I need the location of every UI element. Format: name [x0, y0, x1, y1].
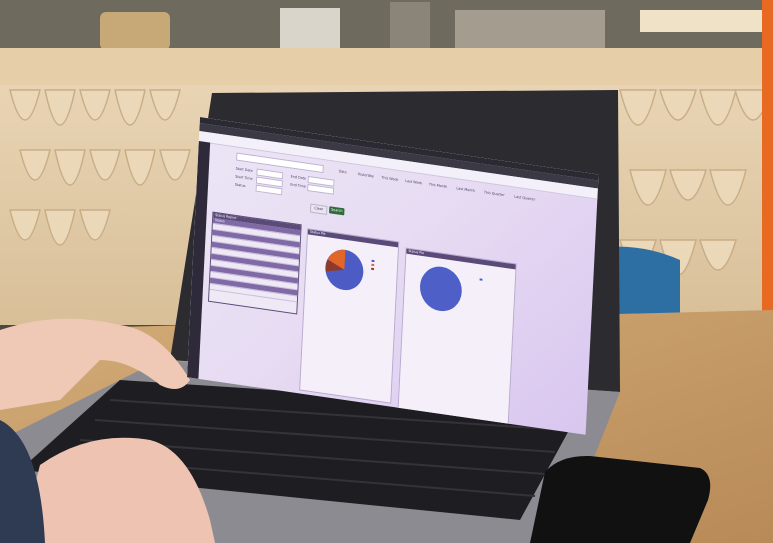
- grid-header-status: Status: [214, 217, 225, 224]
- pie-panel-right: Status Pie: [397, 247, 517, 426]
- photo-scene: Date Yesterday This Week Last Week This …: [0, 0, 773, 543]
- pie-right-slice-0: [419, 266, 462, 312]
- basket: [100, 12, 170, 50]
- legend-swatch: [371, 263, 375, 267]
- status-label: Status: [234, 182, 246, 189]
- shelf-items: [455, 10, 605, 50]
- action-yesterday[interactable]: Yesterday: [358, 172, 374, 178]
- legend-swatch: [371, 267, 375, 271]
- search-button[interactable]: Search: [329, 206, 345, 216]
- start-time-label: Start Time: [235, 174, 253, 182]
- action-this-quarter[interactable]: This Quarter: [484, 190, 505, 197]
- legend-swatch: [479, 278, 483, 281]
- end-date-label: End Date: [290, 174, 307, 181]
- action-this-week[interactable]: This Week: [381, 175, 398, 181]
- start-date-label: Start Date: [235, 166, 253, 173]
- counter-top: [0, 48, 773, 88]
- action-last-month[interactable]: Last Month: [456, 186, 475, 193]
- phone: [530, 455, 711, 543]
- legend-swatch: [371, 259, 375, 263]
- shelf-box: [280, 8, 340, 50]
- action-last-quarter[interactable]: Last Quarter: [514, 195, 535, 202]
- lamp-shade: [640, 10, 765, 32]
- action-this-month[interactable]: This Month: [429, 182, 447, 189]
- end-time-label: End Time: [290, 182, 306, 189]
- clear-button[interactable]: Clear: [309, 203, 328, 215]
- shelf-jar: [390, 2, 430, 50]
- status-grid: Status Report Status: [207, 211, 302, 315]
- pie-panel-left: Status Pie: [299, 228, 400, 404]
- pie-left-svg: [325, 249, 375, 291]
- action-last-week[interactable]: Last Week: [405, 179, 422, 185]
- action-date[interactable]: Date: [339, 169, 347, 174]
